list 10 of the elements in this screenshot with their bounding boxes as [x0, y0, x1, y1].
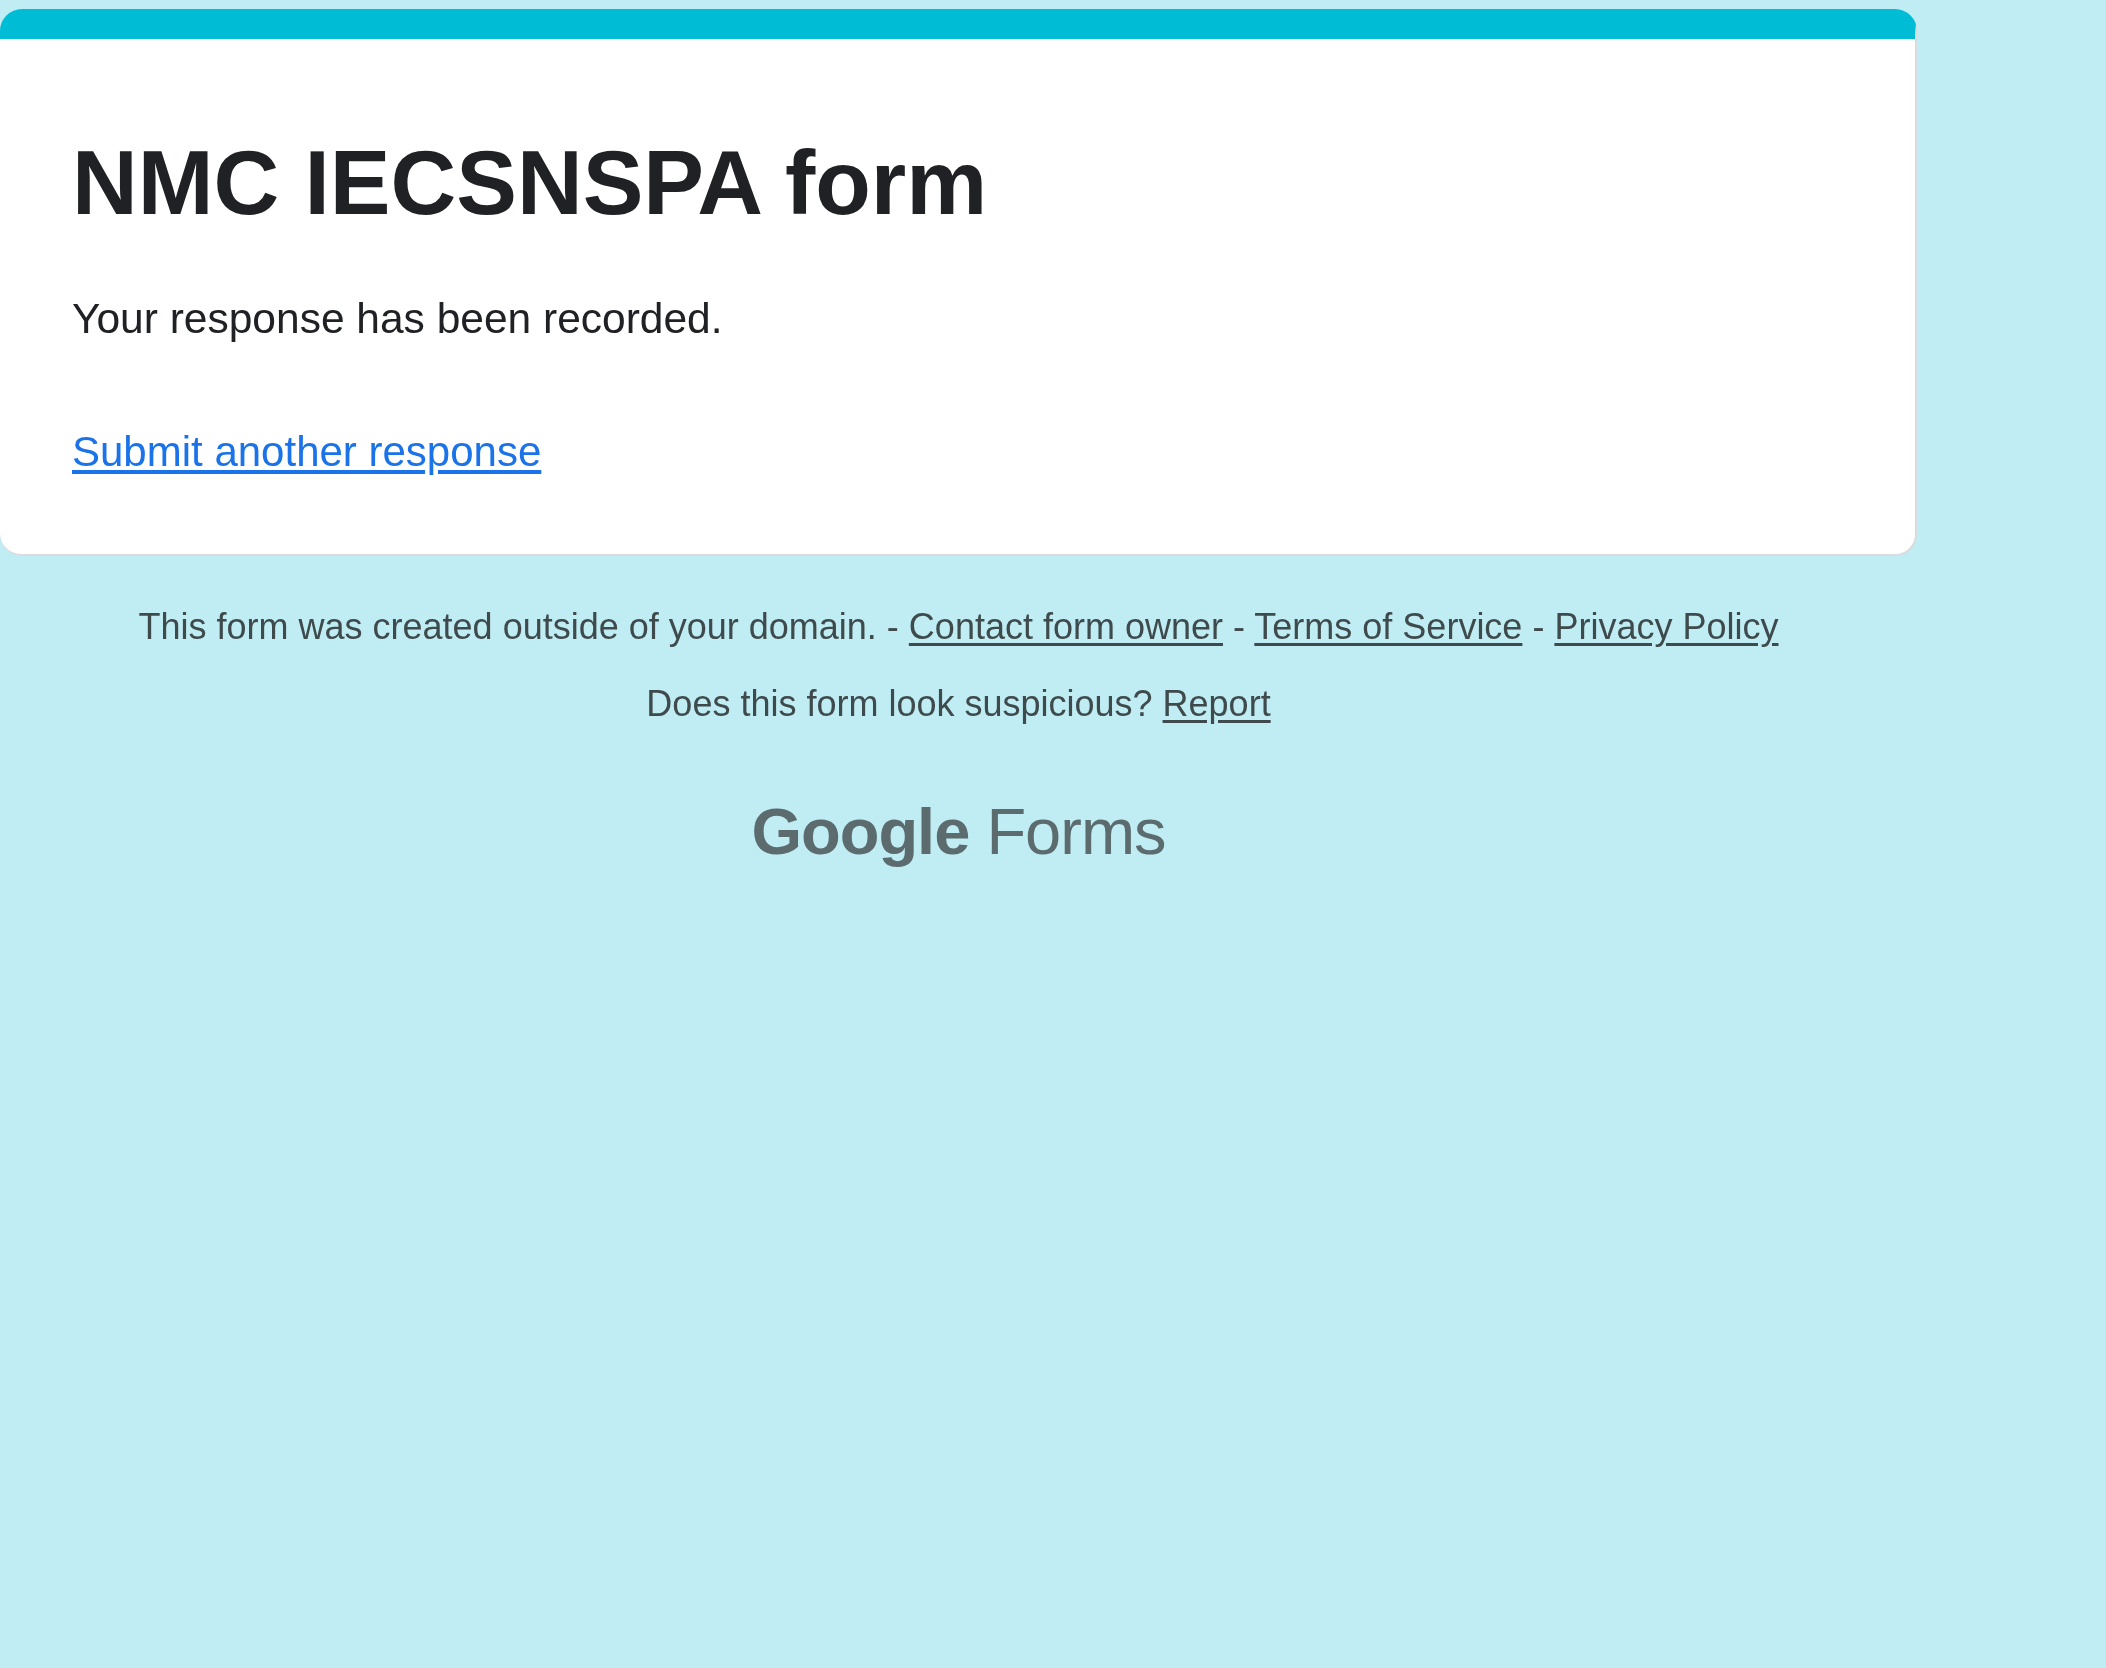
footer-link[interactable]: Terms of Service [1254, 606, 1523, 647]
form-title: NMC IECSNSPA form [72, 131, 988, 235]
footer-link[interactable]: Privacy Policy [1554, 606, 1779, 647]
report-prompt: Does this form look suspicious? Report [646, 682, 1271, 726]
submit-another-link[interactable]: Submit another response [72, 424, 542, 479]
footer-logo: Google Forms [751, 794, 1166, 870]
footer-link[interactable]: Contact form owner [908, 606, 1223, 647]
confirmation-message: Your response has been recorded. [72, 294, 723, 344]
footer-link[interactable]: Report [1162, 683, 1271, 724]
footer-notice: This form was created outside of your domain. - Contact form owner - Terms of Service - Privacy Policy [138, 605, 1779, 649]
